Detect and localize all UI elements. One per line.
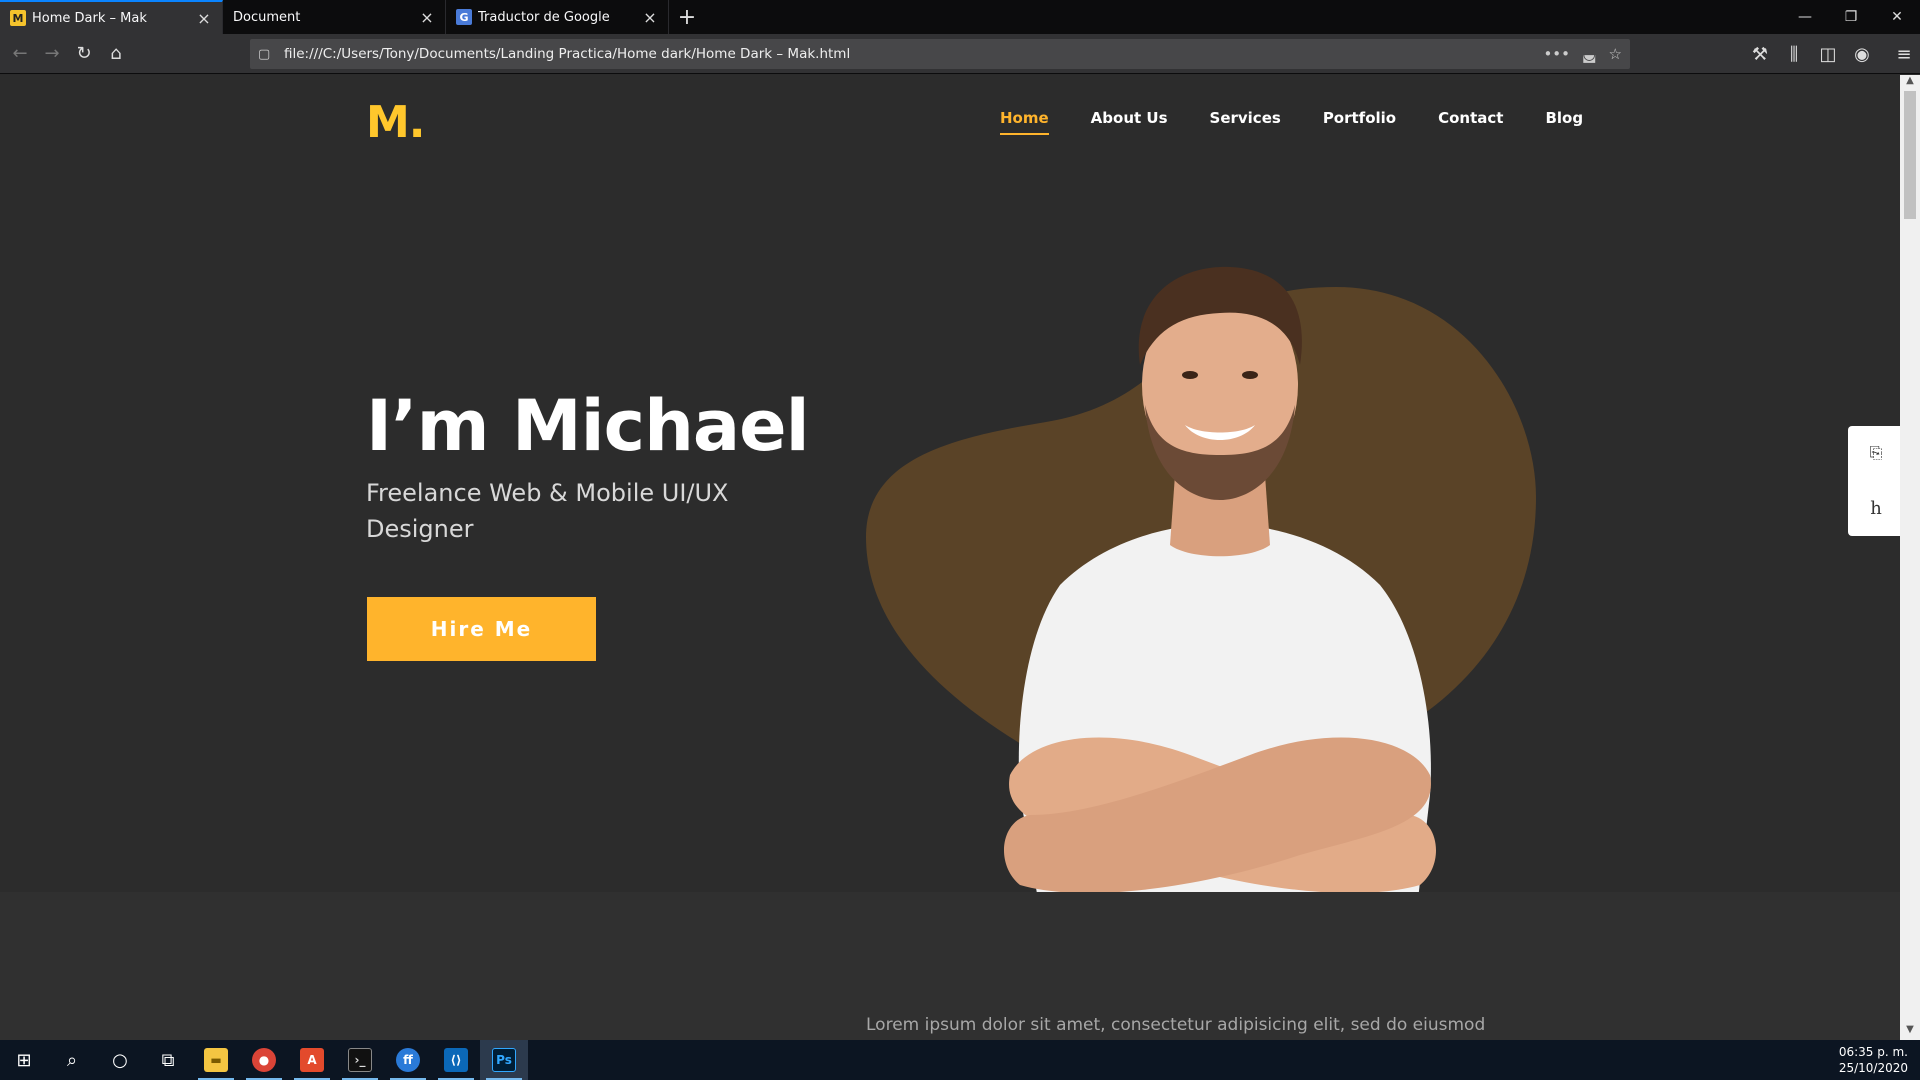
nav-blog[interactable]: Blog <box>1545 109 1583 127</box>
hero-title: I’m Michael <box>366 385 810 467</box>
side-widget-letter: h <box>1870 497 1882 519</box>
url-text: file:///C:/Users/Tony/Documents/Landing … <box>284 46 851 62</box>
nav-contact[interactable]: Contact <box>1438 109 1503 127</box>
tools-icon[interactable]: ⚒ <box>1744 38 1776 70</box>
new-tab-icon[interactable]: + <box>669 0 705 34</box>
minimize-icon[interactable]: — <box>1782 0 1828 34</box>
firefox-icon[interactable]: ff <box>384 1040 432 1080</box>
restore-icon[interactable]: ❐ <box>1828 0 1874 34</box>
window-controls: — ❐ ✕ <box>1782 0 1920 34</box>
system-clock[interactable]: 06:35 p. m. 25/10/2020 <box>1839 1044 1908 1076</box>
hero-subtitle: Freelance Web & Mobile UI/UX Designer <box>366 479 729 543</box>
acrobat-icon[interactable]: A <box>288 1040 336 1080</box>
windows-taskbar: ⊞ ⌕ ○ ⧉ ▬ ● A ›_ ff ⟨⟩ Ps 06:35 p. m. 25… <box>0 1040 1920 1080</box>
bookmark-star-icon[interactable]: ☆ <box>1609 45 1622 63</box>
close-tab-icon[interactable]: × <box>196 9 212 28</box>
tab-title: Document <box>233 9 301 25</box>
terminal-icon[interactable]: ›_ <box>336 1040 384 1080</box>
search-icon[interactable]: ⌕ <box>48 1040 96 1080</box>
browser-tab-home-dark[interactable]: M Home Dark – Mak × <box>0 0 223 34</box>
side-widget[interactable]: ⎘ h <box>1848 426 1900 536</box>
scroll-up-icon[interactable]: ▲ <box>1900 75 1920 91</box>
page-actions-icon[interactable]: ••• <box>1543 45 1570 63</box>
site-nav: Home About Us Services Portfolio Contact… <box>1000 109 1583 135</box>
nav-about-us[interactable]: About Us <box>1091 109 1168 127</box>
hire-me-button[interactable]: Hire Me <box>367 597 596 661</box>
cortana-icon[interactable]: ○ <box>96 1040 144 1080</box>
scroll-down-icon[interactable]: ▼ <box>1900 1024 1920 1040</box>
address-bar[interactable]: ▢ file:///C:/Users/Tony/Documents/Landin… <box>250 39 1630 69</box>
home-icon[interactable]: ⌂ <box>100 38 132 70</box>
vscode-icon[interactable]: ⟨⟩ <box>432 1040 480 1080</box>
file-explorer-icon[interactable]: ▬ <box>192 1040 240 1080</box>
task-view-icon[interactable]: ⧉ <box>144 1040 192 1080</box>
scrollbar-thumb[interactable] <box>1904 91 1916 219</box>
nav-home[interactable]: Home <box>1000 109 1049 135</box>
page-content: M. Home About Us Services Portfolio Cont… <box>0 75 1900 1040</box>
tab-title: Traductor de Google <box>478 9 610 25</box>
section-text: Lorem ipsum dolor sit amet, consectetur … <box>866 1015 1486 1035</box>
library-icon[interactable]: ⫼ <box>1778 38 1810 70</box>
profile-photo <box>1003 266 1437 969</box>
forward-icon[interactable]: → <box>36 38 68 70</box>
browser-tab-traductor[interactable]: G Traductor de Google × <box>446 0 669 34</box>
account-icon[interactable]: ◉ <box>1846 38 1878 70</box>
browser-toolbar: ← → ↻ ⌂ ▢ file:///C:/Users/Tony/Document… <box>0 34 1920 74</box>
clock-date: 25/10/2020 <box>1838 1061 1908 1075</box>
browser-tab-document[interactable]: Document × <box>223 0 446 34</box>
menu-icon[interactable]: ≡ <box>1888 38 1920 70</box>
reload-icon[interactable]: ↻ <box>68 38 100 70</box>
chrome-icon[interactable]: ● <box>240 1040 288 1080</box>
google-translate-favicon-icon: G <box>456 9 472 25</box>
pocket-icon[interactable]: ◛ <box>1582 45 1597 63</box>
nav-portfolio[interactable]: Portfolio <box>1323 109 1396 127</box>
close-tab-icon[interactable]: × <box>642 8 658 27</box>
site-logo[interactable]: M. <box>366 97 425 148</box>
sidebar-icon[interactable]: ◫ <box>1812 38 1844 70</box>
tab-strip: M Home Dark – Mak × Document × G Traduct… <box>0 0 1920 34</box>
windows-start-icon[interactable]: ⊞ <box>0 1040 48 1080</box>
close-tab-icon[interactable]: × <box>419 8 435 27</box>
page-scrollbar[interactable]: ▲ ▼ <box>1900 75 1920 1040</box>
translate-icon[interactable]: ⎘ <box>1870 443 1883 463</box>
site-favicon-icon: M <box>10 10 26 26</box>
back-icon[interactable]: ← <box>4 38 36 70</box>
nav-services[interactable]: Services <box>1210 109 1281 127</box>
page-icon: ▢ <box>258 46 271 62</box>
tab-title: Home Dark – Mak <box>32 10 147 26</box>
close-window-icon[interactable]: ✕ <box>1874 0 1920 34</box>
clock-time: 06:35 p. m. <box>1838 1045 1908 1059</box>
photoshop-icon[interactable]: Ps <box>480 1040 528 1080</box>
